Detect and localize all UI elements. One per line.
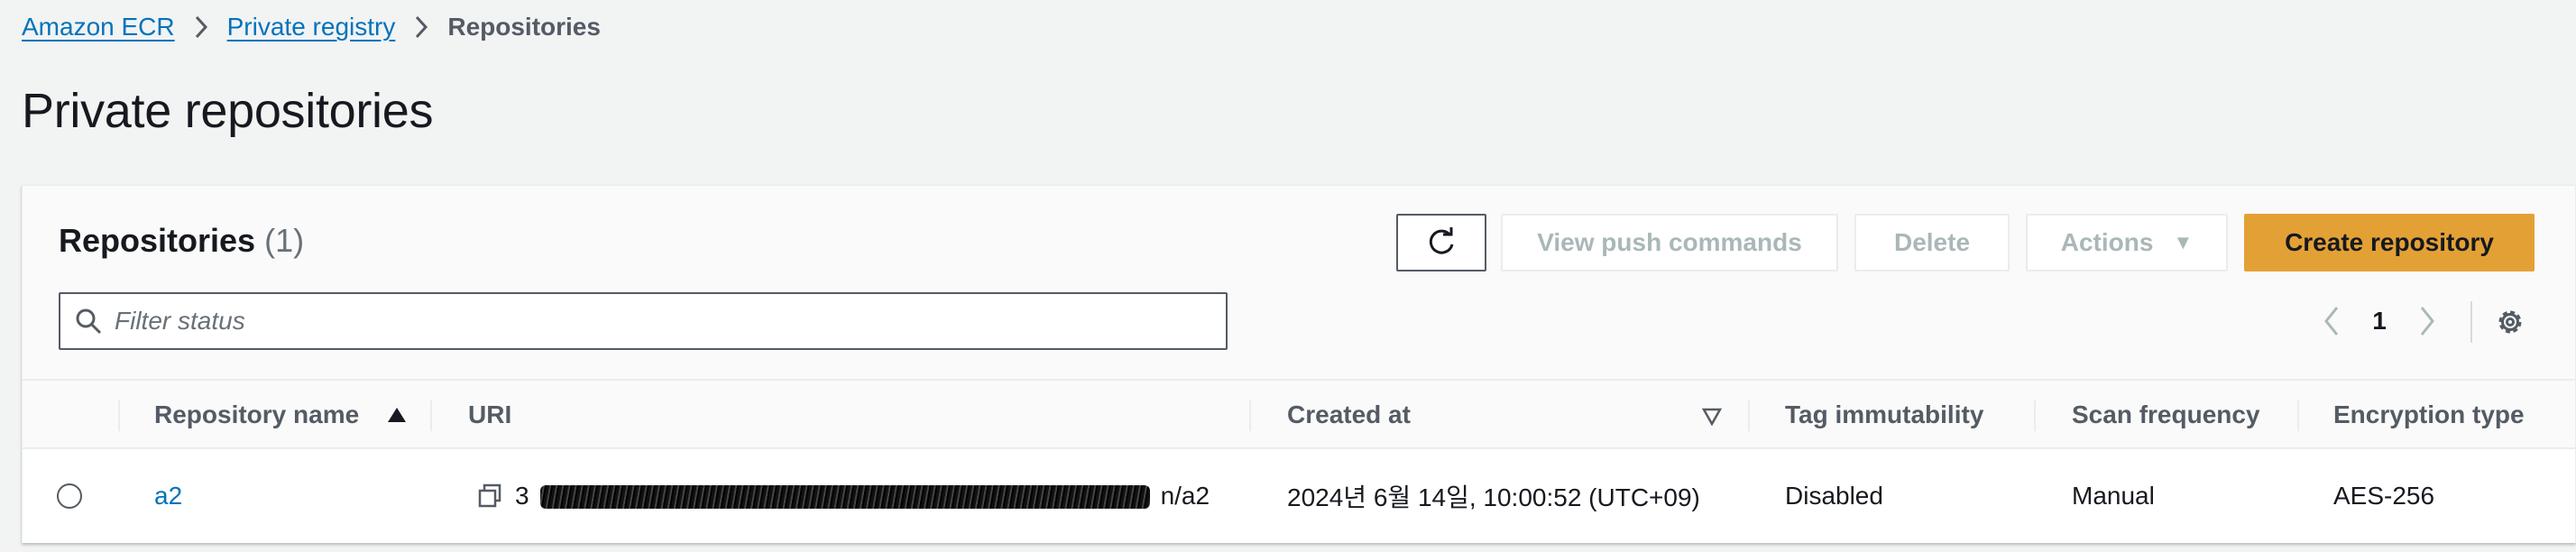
encryption-type-cell: AES-256 [2333,482,2435,510]
column-separator [430,400,432,431]
view-push-commands-button[interactable]: View push commands [1501,214,1838,271]
column-header-encryption-type[interactable]: Encryption type [2333,381,2525,449]
row-radio[interactable] [57,483,82,509]
pagination: 1 [2312,299,2447,343]
caret-down-icon: ▼ [2173,231,2194,253]
tag-immutability-cell: Disabled [1785,482,1883,510]
column-separator [1249,400,1251,431]
column-header-tag-immutability[interactable]: Tag immutability [1785,381,1983,449]
row-select-cell [57,449,82,543]
page-number[interactable]: 1 [2351,307,2407,336]
filter-box [59,292,1228,350]
column-separator [2297,400,2299,431]
actions-button[interactable]: Actions ▼ [2026,214,2228,271]
uri-suffix: n/a2 [1160,482,1210,510]
delete-button[interactable]: Delete [1854,214,2010,271]
filter-input[interactable] [115,307,1197,336]
table-row: a2 3 n/a2 2024년 6월 14일, 10:00:52 (UTC+09… [23,449,2575,543]
divider [2470,301,2472,343]
uri-prefix: 3 [515,482,529,510]
scan-frequency-cell: Manual [2072,482,2155,510]
column-separator [118,400,120,431]
column-header-repository-name[interactable]: Repository name [154,381,408,449]
refresh-button[interactable] [1396,214,1486,271]
repository-count: (1) [264,222,305,259]
sort-descending-icon[interactable] [1702,408,1722,426]
actions-label: Actions [2060,228,2154,256]
chevron-right-icon [175,14,227,40]
page-title: Private repositories [22,84,434,138]
column-separator [2034,400,2036,431]
chevron-right-icon[interactable] [2407,306,2447,336]
refresh-icon [1429,227,1454,254]
column-header-scan-frequency[interactable]: Scan frequency [2072,381,2260,449]
repositories-table-container: Repositories (1) View push commands Dele… [22,185,2576,543]
sort-ascending-icon [388,408,407,422]
create-repository-button[interactable]: Create repository [2244,214,2535,271]
column-separator [1748,400,1750,431]
table-title-label: Repositories [59,222,256,259]
search-icon [76,308,102,335]
redacted-uri [539,483,1161,510]
table-header: Repository name URI Created at Tag immut… [23,379,2575,449]
created-at-cell: 2024년 6월 14일, 10:00:52 (UTC+09) [1287,483,1700,511]
table-title: Repositories (1) [59,222,304,260]
column-header-uri[interactable]: URI [468,381,511,449]
chevron-left-icon[interactable] [2312,306,2351,336]
column-label: Repository name [154,400,360,428]
uri-cell: 3 n/a2 [477,449,1210,543]
settings-icon[interactable] [2492,304,2528,340]
column-header-created-at[interactable]: Created at [1287,381,1411,449]
chevron-right-icon [395,14,447,40]
breadcrumb-amazon-ecr[interactable]: Amazon ECR [22,13,175,41]
breadcrumb: Amazon ECR Private registry Repositories [22,11,601,43]
repository-name-cell: a2 [154,449,182,543]
breadcrumb-private-registry[interactable]: Private registry [227,13,396,41]
copy-icon[interactable] [477,483,502,509]
repository-name-link[interactable]: a2 [154,482,182,511]
breadcrumb-current: Repositories [447,13,601,41]
